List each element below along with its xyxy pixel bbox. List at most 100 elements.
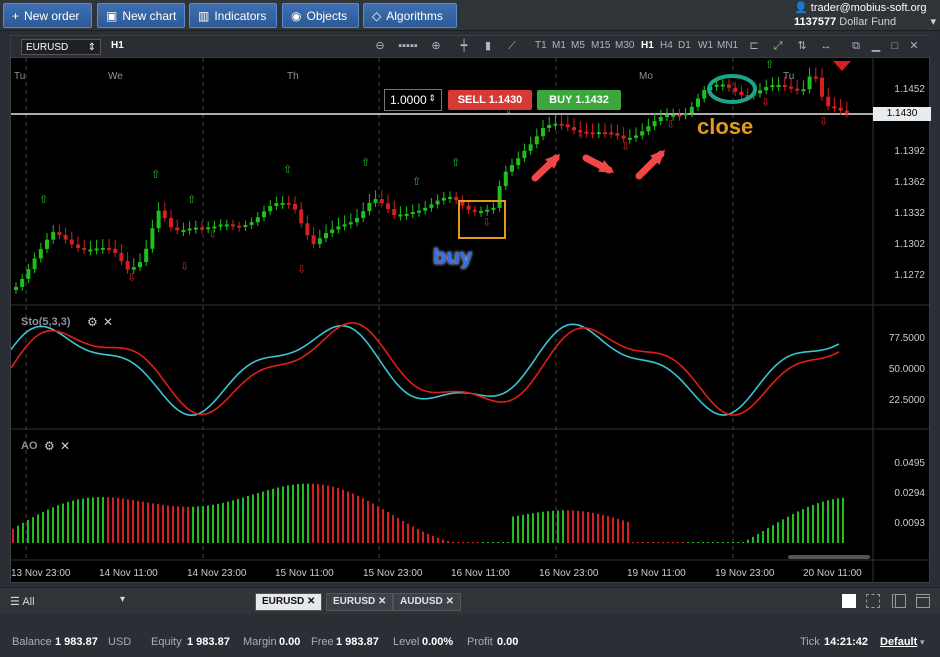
new-chart-button[interactable]: ▣ New chart bbox=[97, 3, 185, 28]
diamond-icon: ◇ bbox=[372, 8, 382, 23]
zoom-slider[interactable]: ▪▪▪▪▪ bbox=[393, 39, 423, 53]
account-info[interactable]: 👤 trader@mobius-soft.org 1137577 Dollar … bbox=[794, 1, 936, 29]
fractal-down-arrow: ⇩ bbox=[208, 228, 217, 241]
symbol-select[interactable]: EURUSD ⇕ bbox=[21, 39, 101, 55]
timeframe-m15[interactable]: M15 bbox=[591, 40, 610, 51]
vertical-layout-icon[interactable] bbox=[892, 594, 906, 608]
time-tick: 15 Nov 11:00 bbox=[275, 568, 334, 579]
bar-type-icon[interactable]: ┿ bbox=[457, 39, 471, 53]
fractal-down-arrow: ⇩ bbox=[621, 140, 630, 153]
server-time: 14:21:42 bbox=[824, 636, 869, 648]
candle-body bbox=[249, 222, 254, 225]
grid-layout-icon[interactable] bbox=[866, 594, 880, 608]
horizontal-scrollbar[interactable] bbox=[788, 555, 870, 559]
candle-body bbox=[336, 226, 341, 230]
candle-body bbox=[844, 110, 849, 114]
candle-body bbox=[100, 247, 105, 250]
detach-icon[interactable]: ⧉ bbox=[849, 39, 863, 53]
chart-tab[interactable]: EURUSD ✕ bbox=[326, 593, 394, 611]
profit-value: 0.00 bbox=[497, 636, 519, 648]
bar-chart-icon: ▥ bbox=[198, 8, 210, 23]
candle-body bbox=[113, 248, 118, 253]
candle-body bbox=[609, 132, 614, 135]
sync-icon[interactable]: ⇅ bbox=[795, 39, 809, 53]
minimize-icon[interactable]: ▁ bbox=[869, 39, 883, 53]
candle-body bbox=[268, 206, 273, 212]
candle-type-icon[interactable]: ▮ bbox=[481, 39, 495, 53]
timeframe-m5[interactable]: M5 bbox=[571, 40, 585, 51]
gear-icon[interactable]: ⚙ bbox=[87, 315, 98, 329]
chart-plot-area[interactable]: ⇧⇧⇧⇧⇧⇧⇧⇧⇧⇧⇧⇩⇩⇩⇩⇩⇩⇩⇩⇩⇩ Tu We Th Mo Tu 1.1… bbox=[11, 58, 931, 584]
buy-annotation: buy bbox=[433, 244, 473, 269]
chart-canvas: ⇧⇧⇧⇧⇧⇧⇧⇧⇧⇧⇧⇩⇩⇩⇩⇩⇩⇩⇩⇩⇩ bbox=[11, 58, 931, 584]
candle-body bbox=[144, 248, 149, 263]
objects-button[interactable]: ◉ Objects bbox=[282, 3, 359, 28]
indicators-button[interactable]: ▥ Indicators bbox=[189, 3, 277, 28]
horizontal-layout-icon[interactable] bbox=[916, 594, 930, 608]
close-icon[interactable]: ✕ bbox=[907, 39, 921, 53]
candle-body bbox=[224, 224, 229, 227]
timeframe-mn1[interactable]: MN1 bbox=[717, 40, 738, 51]
timeframe-m1[interactable]: M1 bbox=[552, 40, 566, 51]
candle-body bbox=[776, 85, 781, 88]
single-layout-icon[interactable] bbox=[842, 594, 856, 608]
balance-currency: USD bbox=[108, 636, 132, 648]
candle-body bbox=[423, 207, 428, 211]
chevron-down-icon[interactable]: ▾ bbox=[920, 637, 925, 648]
candle-body bbox=[69, 239, 74, 245]
close-icon[interactable]: ✕ bbox=[60, 439, 70, 453]
chevron-down-icon[interactable]: ▾ bbox=[120, 594, 125, 605]
maximize-icon[interactable]: □ bbox=[888, 39, 902, 53]
timeframe-w1[interactable]: W1 bbox=[698, 40, 713, 51]
chart-tab[interactable]: AUDUSD ✕ bbox=[393, 593, 461, 611]
profile-select[interactable]: Default bbox=[880, 636, 917, 648]
zoom-in-icon[interactable]: ⊕ bbox=[429, 39, 443, 53]
chart-window: EURUSD ⇕ H1 ⊖ ▪▪▪▪▪ ⊕ ┿ ▮ ⟋ T1 M1 M5 M15 M30 H… bbox=[10, 35, 931, 584]
menu-icon: ☰ bbox=[10, 596, 23, 608]
timeframe-t1[interactable]: T1 bbox=[535, 40, 547, 51]
close-icon[interactable]: ✕ bbox=[446, 596, 454, 607]
candle-body bbox=[379, 199, 384, 204]
scroll-icon[interactable]: ↔ bbox=[819, 39, 833, 53]
candle-body bbox=[429, 204, 434, 208]
candle-body bbox=[565, 124, 570, 128]
zoom-out-icon[interactable]: ⊖ bbox=[373, 39, 387, 53]
auto-scale-icon[interactable]: ⤢ bbox=[771, 39, 785, 53]
candle-body bbox=[652, 121, 657, 127]
candle-body bbox=[838, 107, 843, 111]
quantity-input[interactable]: 1.0000 ⇕ bbox=[384, 89, 442, 111]
candle-body bbox=[38, 248, 43, 259]
timeframe-d1[interactable]: D1 bbox=[678, 40, 691, 51]
timeframe-h4[interactable]: H4 bbox=[660, 40, 673, 51]
close-icon[interactable]: ✕ bbox=[307, 596, 315, 607]
ao-label: AO bbox=[21, 440, 38, 452]
sell-button[interactable]: SELL 1.1430 bbox=[448, 90, 532, 110]
timeframe-m30[interactable]: M30 bbox=[615, 40, 634, 51]
candle-body bbox=[119, 252, 124, 262]
stochastic-tick: 50.0000 bbox=[888, 364, 925, 375]
candle-body bbox=[386, 203, 390, 210]
buy-button[interactable]: BUY 1.1432 bbox=[537, 90, 621, 110]
workspace-filter[interactable]: ☰ All bbox=[10, 595, 35, 608]
close-icon[interactable]: ✕ bbox=[378, 596, 386, 607]
candle-body bbox=[20, 278, 25, 287]
algorithms-button[interactable]: ◇ Algorithms bbox=[363, 3, 457, 28]
candle-body bbox=[63, 235, 68, 240]
candle-body bbox=[801, 89, 806, 92]
candle-body bbox=[795, 88, 800, 91]
candle-body bbox=[466, 205, 471, 210]
chart-tab[interactable]: EURUSD ✕ bbox=[255, 593, 323, 611]
candle-body bbox=[243, 224, 248, 227]
main-toolbar: + New order ▣ New chart ▥ Indicators ◉ Objec… bbox=[0, 0, 940, 31]
close-icon[interactable]: ✕ bbox=[103, 315, 113, 329]
line-type-icon[interactable]: ⟋ bbox=[505, 39, 519, 53]
candle-body bbox=[324, 233, 328, 239]
indicator-settings-icon[interactable]: ⊏ bbox=[747, 39, 761, 53]
candle-body bbox=[398, 214, 403, 217]
new-order-button[interactable]: + New order bbox=[3, 3, 92, 28]
gear-icon[interactable]: ⚙ bbox=[44, 439, 55, 453]
timeframe-h1[interactable]: H1 bbox=[641, 40, 654, 51]
fractal-down-arrow: ⇩ bbox=[576, 128, 585, 141]
price-tick: 1.1302 bbox=[894, 239, 925, 250]
chart-window-icon: ▣ bbox=[106, 8, 118, 23]
